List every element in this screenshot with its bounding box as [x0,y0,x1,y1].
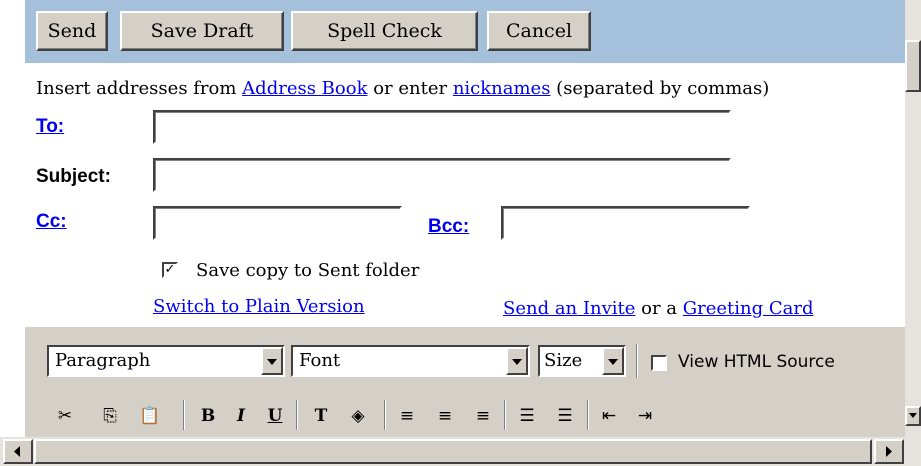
outdent-icon[interactable]: ⇤ [596,406,622,430]
scroll-left-button[interactable] [3,439,33,464]
size-select-value: Size [544,350,583,371]
paste-icon[interactable]: 📋 [137,406,163,430]
size-select[interactable]: Size [538,345,626,377]
horizontal-scroll-thumb[interactable] [34,439,872,464]
align-center-icon[interactable]: ≡ [432,406,458,430]
vertical-scroll-thumb[interactable] [905,40,921,92]
subject-label: Subject: [36,166,111,187]
cut-icon[interactable]: ✂ [52,406,78,430]
send-button[interactable]: Send [36,11,108,51]
divider [636,344,638,378]
chevron-down-icon [602,347,624,375]
address-hint: Insert addresses from Address Book or en… [36,78,769,99]
cancel-button[interactable]: Cancel [487,11,591,51]
address-hint-suffix: (separated by commas) [550,78,770,99]
align-right-icon[interactable]: ≡ [470,406,496,430]
scroll-down-button[interactable] [905,406,921,426]
address-book-link[interactable]: Address Book [242,78,367,99]
bcc-field[interactable] [501,206,750,240]
italic-icon[interactable]: I [228,406,254,430]
chevron-down-icon [506,347,528,375]
cc-label-link[interactable]: Cc: [36,211,67,233]
nicknames-link[interactable]: nicknames [453,78,551,99]
chevron-down-icon [261,347,283,375]
bcc-label-link[interactable]: Bcc: [428,216,469,238]
address-hint-middle: or enter [367,78,453,99]
chevron-left-icon [14,446,20,457]
paragraph-select[interactable]: Paragraph [47,345,285,377]
scroll-right-button[interactable] [874,439,904,464]
divider [587,400,589,430]
invite-links-row: Send an Invite or a Greeting Card [503,298,814,319]
or-a-text: or a [641,298,678,319]
indent-icon[interactable]: ⇥ [632,406,658,430]
text-color-icon[interactable]: T [308,406,334,430]
divider [384,400,386,430]
switch-plain-link[interactable]: Switch to Plain Version [153,296,365,317]
chevron-right-icon [886,446,892,457]
to-field[interactable] [153,110,731,144]
align-left-icon[interactable]: ≡ [394,406,420,430]
greeting-card-link[interactable]: Greeting Card [683,298,814,319]
chevron-down-icon [909,413,917,418]
spell-check-button[interactable]: Spell Check [291,11,478,51]
save-copy-checkbox[interactable]: ✓ [162,262,178,278]
view-html-checkbox[interactable] [651,355,667,371]
divider [296,400,298,430]
numbered-list-icon[interactable]: ☰ [514,406,540,430]
font-select[interactable]: Font [291,345,530,377]
send-invite-link[interactable]: Send an Invite [503,298,635,319]
cc-field[interactable] [153,206,402,240]
font-select-value: Font [299,350,341,371]
underline-icon[interactable]: U [262,406,288,430]
copy-icon[interactable]: ⎘ [97,406,123,430]
to-label-link[interactable]: To: [36,116,64,138]
highlight-color-icon[interactable]: ◈ [345,406,371,430]
view-html-label: View HTML Source [678,352,835,372]
subject-field[interactable] [153,158,731,192]
bold-icon[interactable]: B [195,406,221,430]
paragraph-select-value: Paragraph [55,350,151,371]
divider [504,400,506,430]
save-copy-label: Save copy to Sent folder [196,260,420,281]
save-draft-button[interactable]: Save Draft [120,11,284,51]
divider [183,400,185,430]
address-hint-prefix: Insert addresses from [36,78,243,99]
bulleted-list-icon[interactable]: ☰ [552,406,578,430]
